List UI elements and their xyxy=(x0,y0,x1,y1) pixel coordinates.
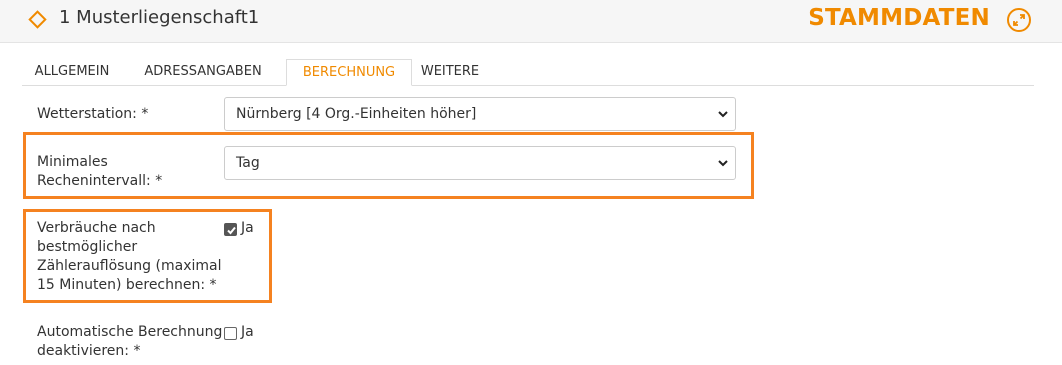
tab-bar: ALLGEMEIN ADRESSANGABEN BERECHNUNG WEITE… xyxy=(22,59,1034,86)
min-interval-label-line2: Rechenintervall: * xyxy=(37,173,163,189)
tab-adressangaben[interactable]: ADRESSANGABEN xyxy=(128,59,278,85)
consumption-label-line3: Zählerauflösung (maximal xyxy=(37,258,222,274)
consumption-label-line2: bestmöglicher xyxy=(37,239,138,255)
min-interval-label-line1: Minimales xyxy=(37,154,108,170)
min-interval-select[interactable]: Tag xyxy=(224,146,736,180)
auto-calc-option-label: Ja xyxy=(241,324,254,340)
auto-calc-checkbox[interactable] xyxy=(224,327,237,340)
tab-berechnung[interactable]: BERECHNUNG xyxy=(286,59,412,86)
chevron-down-icon xyxy=(718,111,728,118)
auto-calc-label: Automatische Berechnung deaktivieren: * xyxy=(37,323,222,361)
tab-weitere[interactable]: WEITERE xyxy=(420,59,480,85)
weather-station-select[interactable]: Nürnberg [4 Org.-Einheiten höher] xyxy=(224,97,736,131)
chevron-down-icon xyxy=(718,160,728,167)
consumption-option-label: Ja xyxy=(241,220,254,236)
auto-calc-label-line2: deaktivieren: * xyxy=(37,343,141,359)
min-interval-value: Tag xyxy=(236,155,260,171)
expand-icon[interactable] xyxy=(1007,8,1031,32)
auto-calc-label-line1: Automatische Berechnung xyxy=(37,324,223,340)
consumption-label-line1: Verbräuche nach xyxy=(37,220,156,236)
tab-allgemein[interactable]: ALLGEMEIN xyxy=(22,59,122,85)
consumption-checkbox[interactable] xyxy=(224,223,237,236)
consumption-label: Verbräuche nach bestmöglicher Zähleraufl… xyxy=(37,219,221,295)
page-header: 1 Musterliegenschaft1 STAMMDATEN xyxy=(0,0,1062,43)
section-title: STAMMDATEN xyxy=(808,5,990,31)
min-interval-label: Minimales Rechenintervall: * xyxy=(37,153,162,191)
page-title: 1 Musterliegenschaft1 xyxy=(59,7,260,28)
weather-station-value: Nürnberg [4 Org.-Einheiten höher] xyxy=(236,106,477,122)
checkmark-icon xyxy=(227,226,236,235)
consumption-label-line4: 15 Minuten) berechnen: * xyxy=(37,277,217,293)
weather-station-label: Wetterstation: * xyxy=(37,106,149,122)
diamond-icon xyxy=(28,10,47,29)
